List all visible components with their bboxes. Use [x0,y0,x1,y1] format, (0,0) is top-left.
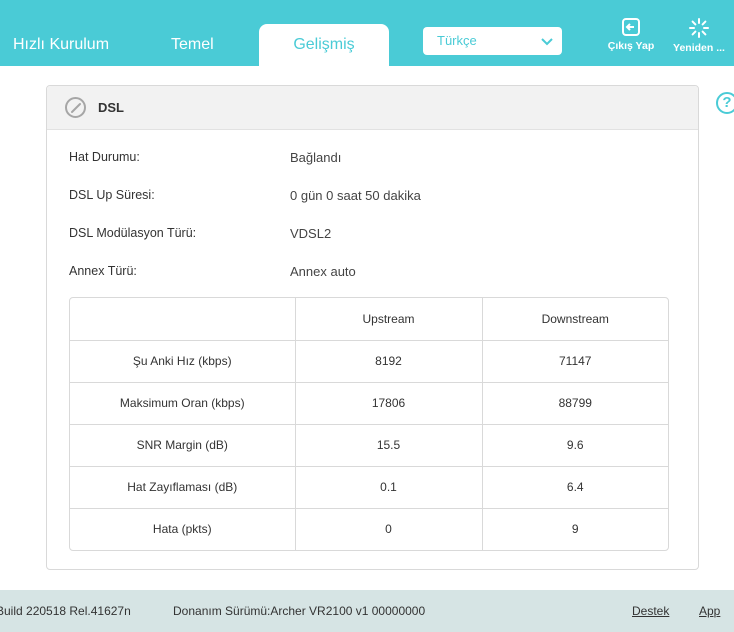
table-header-row: Upstream Downstream [70,298,668,341]
downstream-value: 9.6 [482,424,668,467]
language-select-value: Türkçe [437,33,477,48]
annex-type-label: Annex Türü: [69,264,137,278]
tab-advanced[interactable]: Gelişmiş [259,24,389,66]
table-row: Şu Anki Hız (kbps) 8192 71147 [70,340,668,383]
upstream-value: 8192 [295,340,483,383]
hardware-version: Donanım Sürümü:Archer VR2100 v1 00000000 [173,604,426,618]
reboot-label: Yeniden ... [673,42,725,54]
upstream-value: 15.5 [295,424,483,467]
dsl-panel: DSL Hat Durumu: Bağlandı DSL Up Süresi: … [46,85,699,570]
row-label: SNR Margin (dB) [70,424,296,467]
logout-label: Çıkış Yap [607,40,655,52]
reboot-button[interactable]: Yeniden ... [664,17,734,54]
table-header-downstream: Downstream [482,298,668,341]
language-select[interactable]: Türkçe [423,27,562,55]
tab-quick-setup[interactable]: Hızlı Kurulum [13,24,109,66]
modulation-type-value: VDSL2 [290,226,332,241]
line-status-value: Bağlandı [290,150,342,165]
upstream-value: 0.1 [295,466,483,509]
help-icon[interactable]: ? [716,92,734,114]
phone-icon [65,97,86,118]
table-header-cell [70,298,296,341]
tab-basic[interactable]: Temel [171,24,214,66]
support-link[interactable]: Destek [632,604,669,618]
row-label: Hat Zayıflaması (dB) [70,466,296,509]
modulation-type-label: DSL Modülasyon Türü: [69,226,197,240]
reboot-icon [689,18,709,38]
panel-title: DSL [98,100,124,115]
downstream-value: 71147 [482,340,668,383]
table-row: Hata (pkts) 0 9 [70,508,668,550]
row-label: Maksimum Oran (kbps) [70,382,296,425]
downstream-value: 88799 [482,382,668,425]
dsl-stats-table: Upstream Downstream Şu Anki Hız (kbps) 8… [69,297,669,551]
chevron-down-icon [541,38,553,46]
table-header-upstream: Upstream [295,298,483,341]
logout-button[interactable]: Çıkış Yap [600,17,662,52]
firmware-version: Build 220518 Rel.41627n [0,604,131,618]
downstream-value: 6.4 [482,466,668,509]
upstream-value: 17806 [295,382,483,425]
top-navigation-bar: Hızlı Kurulum Temel Gelişmiş Türkçe Çıkı… [0,0,734,66]
downstream-value: 9 [571,522,579,537]
panel-header: DSL [47,86,698,130]
row-label: Şu Anki Hız (kbps) [70,340,296,383]
dsl-uptime-value: 0 gün 0 saat 50 dakika [290,188,421,203]
annex-type-value: Annex auto [290,264,356,279]
logout-icon [622,18,640,36]
table-row: Hat Zayıflaması (dB) 0.1 6.4 [70,466,668,509]
table-row: SNR Margin (dB) 15.5 9.6 [70,424,668,467]
footer: Build 220518 Rel.41627n Donanım Sürümü:A… [0,590,734,632]
line-status-label: Hat Durumu: [69,150,140,164]
dsl-uptime-label: DSL Up Süresi: [69,188,155,202]
table-row: Maksimum Oran (kbps) 17806 88799 [70,382,668,425]
row-label: Hata (pkts) [70,508,296,550]
upstream-value: 0 [295,508,483,550]
app-link[interactable]: App [699,604,720,618]
